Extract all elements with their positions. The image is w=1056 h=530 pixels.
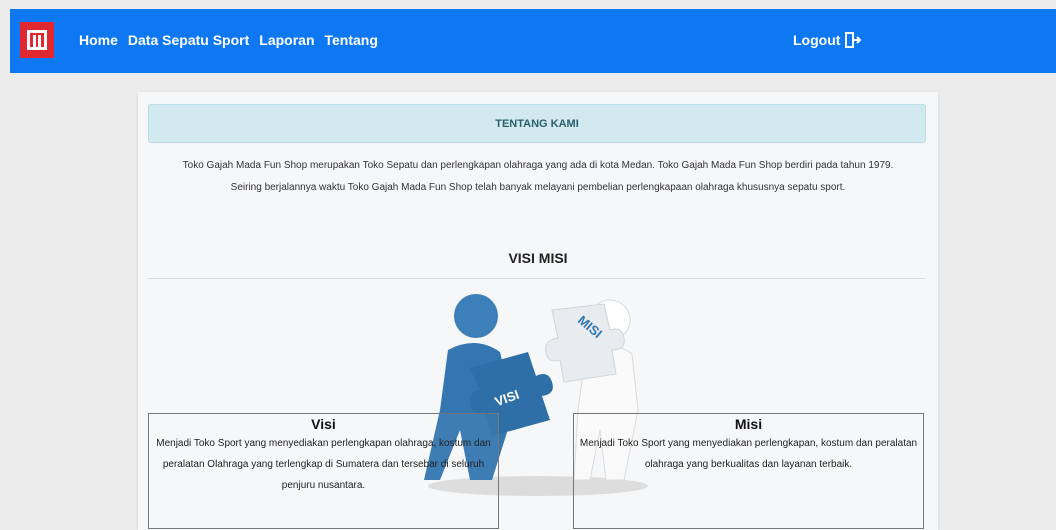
misi-text: Menjadi Toko Sport yang menyediakan perl… (579, 438, 918, 470)
main-nav: Home Data Sepatu Sport Laporan Tentang (79, 32, 378, 48)
content-card: TENTANG KAMI Toko Gajah Mada Fun Shop me… (138, 92, 938, 530)
logout-button[interactable]: Logout (793, 31, 862, 49)
about-header: TENTANG KAMI (148, 104, 926, 143)
misi-heading: Misi (734, 416, 763, 432)
nav-home[interactable]: Home (79, 32, 118, 48)
divider (148, 278, 926, 279)
brand-logo-icon[interactable] (20, 22, 54, 58)
nav-tentang[interactable]: Tentang (325, 32, 378, 48)
visi-box: Visi Menjadi Toko Sport yang menyediakan… (148, 413, 499, 529)
visi-heading: Visi (311, 416, 336, 432)
logout-label: Logout (793, 32, 841, 48)
visi-text: Menjadi Toko Sport yang menyediakan perl… (156, 438, 491, 491)
about-text: Toko Gajah Mada Fun Shop merupakan Toko … (144, 155, 932, 199)
visi-misi-title: VISI MISI (508, 250, 568, 266)
nav-laporan[interactable]: Laporan (259, 32, 314, 48)
logout-icon (845, 32, 862, 48)
about-line-1: Toko Gajah Mada Fun Shop merupakan Toko … (182, 160, 894, 171)
misi-box: Misi Menjadi Toko Sport yang menyediakan… (573, 413, 924, 529)
nav-data-sepatu-sport[interactable]: Data Sepatu Sport (128, 32, 249, 48)
about-line-2: Seiring berjalannya waktu Toko Gajah Mad… (230, 182, 846, 193)
top-navbar: Home Data Sepatu Sport Laporan Tentang L… (10, 9, 1056, 73)
